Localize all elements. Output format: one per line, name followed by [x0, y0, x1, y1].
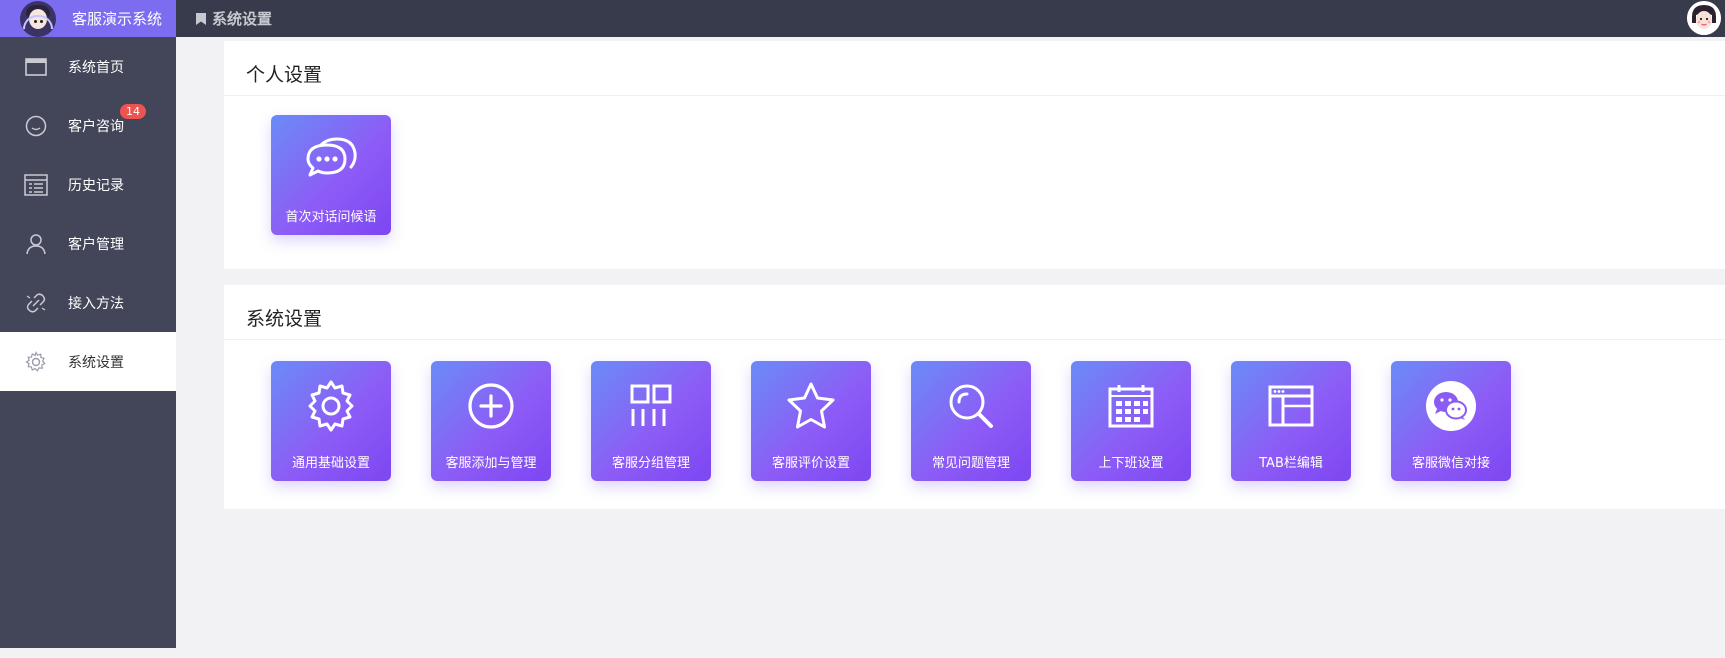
sidebar-item-home[interactable]: 系统首页: [0, 37, 176, 96]
user-icon: [22, 230, 50, 258]
tile-label: 客服评价设置: [771, 456, 850, 471]
avatar-icon: [1687, 1, 1721, 35]
sidebar-item-history[interactable]: 历史记录: [0, 155, 176, 214]
tile-label: 客服添加与管理: [445, 456, 537, 471]
tile-first-greeting[interactable]: 首次对话问候语: [271, 115, 391, 235]
user-avatar[interactable]: [1687, 1, 1721, 35]
grid-icon: [591, 377, 711, 435]
system-settings-card: 系统设置 通用基础设置 客服添加与管理 客服分组管理 客服评价设置 常见问题管理…: [224, 285, 1725, 509]
sidebar-item-label: 系统首页: [68, 59, 124, 76]
sidebar-item-settings[interactable]: 系统设置: [0, 332, 176, 391]
sidebar-item-integration[interactable]: 接入方法: [0, 273, 176, 332]
wechat-icon: [1391, 377, 1511, 435]
page-title-text: 系统设置: [212, 10, 273, 28]
plus-circle-icon: [431, 377, 551, 435]
sidebar-item-label: 接入方法: [68, 295, 124, 312]
search-icon: [911, 377, 1031, 435]
personal-tiles: 首次对话问候语: [271, 115, 431, 235]
gear-icon: [22, 348, 50, 376]
personal-settings-card: 个人设置 首次对话问候语: [224, 41, 1725, 269]
main-content: 个人设置 首次对话问候语 系统设置 通用基础设置 客服添加与管理 客服分组管理 …: [176, 37, 1725, 648]
brand-logo: [20, 0, 56, 37]
unread-badge: 14: [120, 104, 146, 119]
sidebar-item-customers[interactable]: 客户管理: [0, 214, 176, 273]
tile-label: 通用基础设置: [291, 456, 370, 471]
sidebar-item-label: 历史记录: [68, 177, 124, 194]
window-icon: [22, 53, 50, 81]
sidebar-item-label: 客户管理: [68, 236, 124, 253]
page-title: 系统设置: [196, 8, 272, 29]
sidebar-item-label: 系统设置: [68, 354, 124, 371]
tile-agent-management[interactable]: 客服添加与管理: [431, 361, 551, 481]
tile-label: 常见问题管理: [931, 456, 1010, 471]
bookmark-icon: [196, 12, 206, 25]
tile-general-settings[interactable]: 通用基础设置: [271, 361, 391, 481]
app-title: 客服演示系统: [72, 10, 163, 28]
system-tiles: 通用基础设置 客服添加与管理 客服分组管理 客服评价设置 常见问题管理 上下班设…: [271, 361, 1551, 481]
tile-rating-settings[interactable]: 客服评价设置: [751, 361, 871, 481]
tile-work-hours[interactable]: 上下班设置: [1071, 361, 1191, 481]
tile-label: 客服微信对接: [1411, 456, 1490, 471]
browser-window-icon: [1231, 377, 1351, 435]
sidebar-item-label: 客户咨询: [68, 118, 124, 135]
smile-icon: [22, 112, 50, 140]
sidebar-menu: 系统首页 客户咨询 14 历史记录 客户管理 接入方法 系统设置: [0, 37, 176, 391]
section-title: 个人设置: [224, 41, 1725, 96]
star-icon: [751, 377, 871, 435]
tile-tab-editor[interactable]: TAB栏编辑: [1231, 361, 1351, 481]
sidebar: 客服演示系统 系统首页 客户咨询 14 历史记录 客户管理 接入方法 系统设置: [0, 0, 176, 648]
top-bar: 系统设置: [176, 0, 1725, 37]
tile-label: 客服分组管理: [611, 456, 690, 471]
tile-faq-management[interactable]: 常见问题管理: [911, 361, 1031, 481]
list-icon: [22, 171, 50, 199]
section-title: 系统设置: [224, 285, 1725, 340]
sidebar-item-consult[interactable]: 客户咨询 14: [0, 96, 176, 155]
link-icon: [22, 289, 50, 317]
tile-label: 上下班设置: [1098, 456, 1164, 471]
tile-group-management[interactable]: 客服分组管理: [591, 361, 711, 481]
gear-icon: [271, 377, 391, 435]
tile-label: TAB栏编辑: [1259, 456, 1323, 471]
brand-bar: 客服演示系统: [0, 0, 176, 37]
app-root: 客服演示系统 系统首页 客户咨询 14 历史记录 客户管理 接入方法 系统设置 …: [0, 0, 1725, 658]
chat-bubbles-icon: [271, 131, 391, 189]
tile-label: 首次对话问候语: [285, 210, 377, 225]
calendar-icon: [1071, 377, 1191, 435]
tile-wechat-integration[interactable]: 客服微信对接: [1391, 361, 1511, 481]
